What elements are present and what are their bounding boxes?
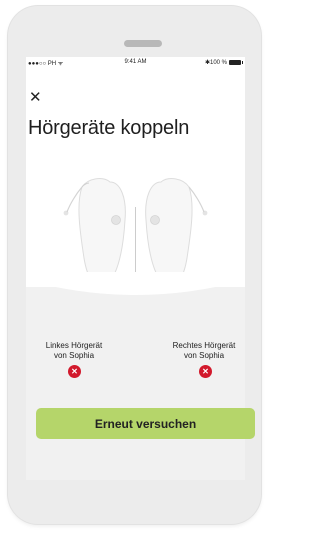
battery-indicator: ✱100 % (204, 59, 243, 66)
close-icon[interactable]: ✕ (29, 90, 43, 105)
left-device-label: Linkes Hörgerät von Sophia (34, 341, 114, 361)
battery-icon (229, 60, 243, 65)
status-bar: ●●●○○ PH ᯤ 9:41 AM ✱100 % (26, 57, 245, 67)
right-device-label: Rechtes Hörgerät von Sophia (164, 341, 244, 361)
right-device-owner: von Sophia (183, 351, 225, 360)
page-title: Hörgeräte koppeln (28, 117, 190, 139)
retry-button[interactable]: Erneut versuchen (36, 408, 255, 439)
right-device-name: Rechtes Hörgerät (172, 341, 236, 350)
battery-label: ✱100 % (204, 60, 227, 66)
curved-divider (26, 272, 245, 295)
right-hearing-aid-icon (145, 178, 208, 287)
left-device-name: Linkes Hörgerät (45, 341, 103, 350)
left-hearing-aid-icon (63, 178, 126, 287)
hearing-aids-illustration (63, 178, 208, 287)
phone-speaker (124, 40, 162, 47)
right-error-icon: ✕ (199, 365, 212, 378)
left-error-icon: ✕ (68, 365, 81, 378)
left-device-owner: von Sophia (53, 351, 95, 360)
